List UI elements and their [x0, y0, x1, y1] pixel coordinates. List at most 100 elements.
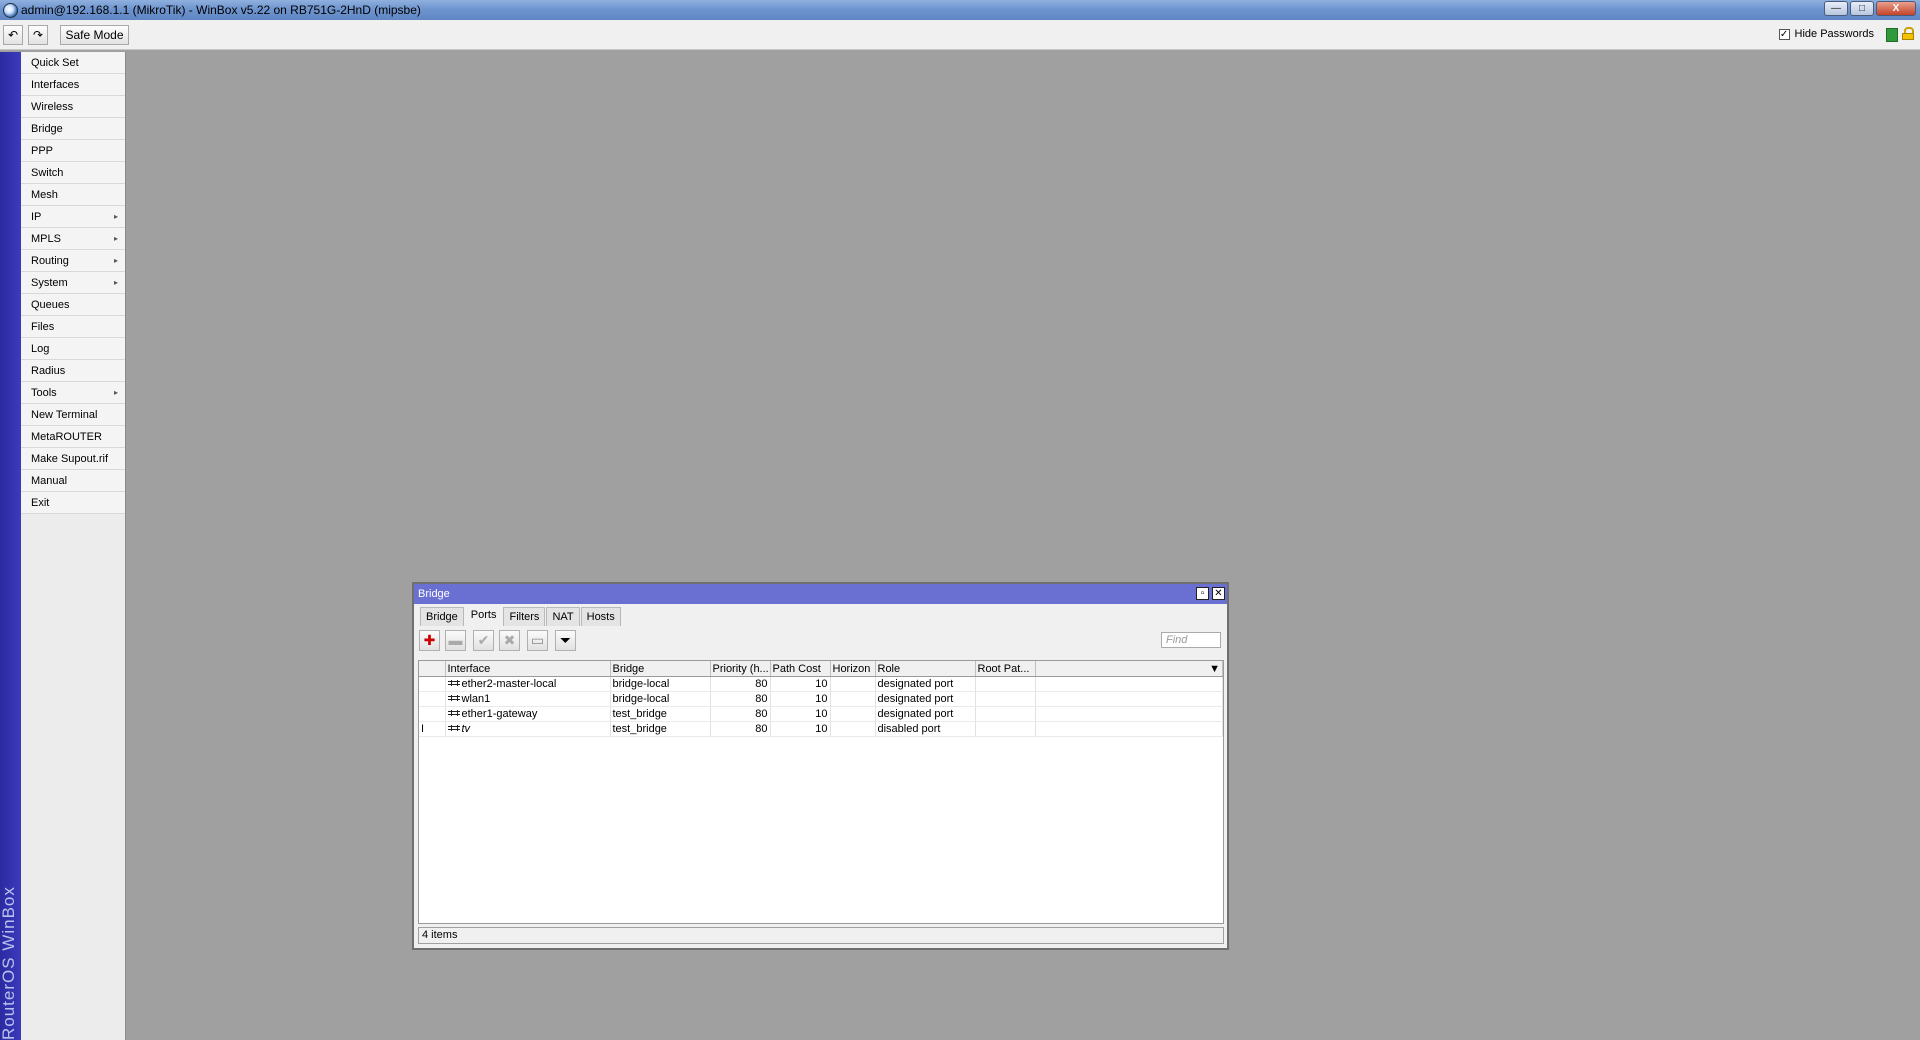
cell-flag: [419, 691, 446, 707]
menu-item-mpls[interactable]: MPLS ▸: [21, 228, 125, 250]
menu-item-label: New Terminal: [31, 409, 98, 421]
menu-item-label: Mesh: [31, 189, 58, 201]
menu-item-wireless[interactable]: Wireless: [21, 96, 125, 118]
brand-strip: RouterOS WinBox: [0, 52, 21, 1040]
interface-icon: [447, 710, 461, 718]
column-role[interactable]: Role: [875, 661, 976, 677]
flag-column-header: [419, 661, 446, 677]
comment-icon[interactable]: ▭: [527, 630, 548, 651]
menu-item-files[interactable]: Files: [21, 316, 125, 338]
table-row[interactable]: Itv test_bridge 80 10 disabled port: [419, 721, 1223, 737]
column-root-path[interactable]: Root Pat...: [975, 661, 1036, 677]
undo-button[interactable]: ↶: [3, 25, 23, 45]
menu-item-manual[interactable]: Manual: [21, 470, 125, 492]
cell-path-cost: 10: [770, 721, 831, 737]
tab-bridge[interactable]: Bridge: [420, 607, 464, 626]
maximize-button[interactable]: □: [1850, 1, 1874, 16]
column-chooser[interactable]: ▼: [1035, 661, 1223, 677]
cell-role: disabled port: [875, 721, 976, 737]
filter-icon[interactable]: ⏷: [555, 630, 576, 651]
column-priority[interactable]: Priority (h...: [710, 661, 771, 677]
bridge-window-title: Bridge: [418, 588, 450, 600]
cell-root-path: [975, 676, 1036, 692]
column-bridge[interactable]: Bridge: [610, 661, 711, 677]
menu-item-new-terminal[interactable]: New Terminal: [21, 404, 125, 426]
cell-path-cost: 10: [770, 706, 831, 722]
enable-icon[interactable]: ✔: [473, 630, 494, 651]
brand-text: RouterOS WinBox: [0, 886, 18, 1040]
menu-item-routing[interactable]: Routing ▸: [21, 250, 125, 272]
column-horizon[interactable]: Horizon: [830, 661, 876, 677]
menu-item-exit[interactable]: Exit: [21, 492, 125, 514]
column-path-cost[interactable]: Path Cost: [770, 661, 831, 677]
menu-item-label: MPLS: [31, 233, 61, 245]
menu-item-switch[interactable]: Switch: [21, 162, 125, 184]
cell-bridge: test_bridge: [610, 721, 711, 737]
cell-flag: I: [419, 721, 446, 737]
restore-icon[interactable]: ▫: [1196, 587, 1209, 600]
close-button[interactable]: X: [1876, 1, 1916, 16]
cell-priority: 80: [710, 676, 771, 692]
ports-table: Interface Bridge Priority (h... Path Cos…: [418, 660, 1224, 924]
cell-interface: ether1-gateway: [445, 706, 611, 722]
menu-item-tools[interactable]: Tools ▸: [21, 382, 125, 404]
menu-item-label: Radius: [31, 365, 66, 377]
table-row[interactable]: wlan1 bridge-local 80 10 designated port: [419, 691, 1223, 707]
interface-name: wlan1: [461, 693, 491, 705]
tab-ports[interactable]: Ports: [464, 605, 503, 626]
tab-filters[interactable]: Filters: [503, 607, 546, 626]
disable-icon[interactable]: ✖: [499, 630, 520, 651]
menu-item-queues[interactable]: Queues: [21, 294, 125, 316]
menu-item-bridge[interactable]: Bridge: [21, 118, 125, 140]
cell-horizon: [830, 691, 876, 707]
bridge-toolbar: ✚ ▬ ✔ ✖ ▭ ⏷ Find: [414, 626, 1227, 654]
menu-item-label: Make Supout.rif: [31, 453, 109, 465]
menu-item-make-supout-rif[interactable]: Make Supout.rif: [21, 448, 125, 470]
tab-hosts[interactable]: Hosts: [580, 607, 621, 626]
interface-icon: [447, 680, 461, 688]
menu-item-ppp[interactable]: PPP: [21, 140, 125, 162]
interface-icon: [447, 695, 461, 703]
add-icon[interactable]: ✚: [419, 630, 440, 651]
undo-icon: ↶: [7, 28, 19, 42]
table-row[interactable]: ether1-gateway test_bridge 80 10 designated …: [419, 706, 1223, 722]
menu-item-log[interactable]: Log: [21, 338, 125, 360]
menu-item-label: Exit: [31, 497, 50, 509]
menu-item-label: Manual: [31, 475, 68, 487]
menu-item-metarouter[interactable]: MetaROUTER: [21, 426, 125, 448]
main-menu: Quick Set Interfaces Wireless Bridge PPP Swit…: [21, 52, 126, 1040]
hide-passwords-toggle[interactable]: ✓ Hide Passwords: [1778, 28, 1874, 40]
cell-role: designated port: [875, 691, 976, 707]
cell-flag: [419, 676, 446, 692]
menu-item-interfaces[interactable]: Interfaces: [21, 74, 125, 96]
safe-mode-button[interactable]: Safe Mode: [60, 25, 129, 45]
interface-icon: [447, 725, 461, 733]
menu-item-mesh[interactable]: Mesh: [21, 184, 125, 206]
column-interface[interactable]: Interface: [445, 661, 611, 677]
hide-passwords-label: Hide Passwords: [1794, 28, 1874, 40]
remove-icon[interactable]: ▬: [445, 630, 466, 651]
main-toolbar: ↶ ↷ Safe Mode ✓ Hide Passwords: [0, 20, 1920, 50]
minimize-button[interactable]: —: [1824, 1, 1848, 16]
close-icon[interactable]: ✕: [1212, 587, 1225, 600]
menu-item-quick-set[interactable]: Quick Set: [21, 52, 125, 74]
menu-item-ip[interactable]: IP ▸: [21, 206, 125, 228]
find-input[interactable]: Find: [1161, 632, 1221, 648]
hide-passwords-checkbox[interactable]: ✓: [1778, 28, 1790, 40]
menu-item-radius[interactable]: Radius: [21, 360, 125, 382]
cell-interface: wlan1: [445, 691, 611, 707]
cell-path-cost: 10: [770, 676, 831, 692]
redo-button[interactable]: ↷: [28, 25, 48, 45]
redo-icon: ↷: [32, 28, 44, 42]
submenu-arrow-icon: ▸: [113, 388, 118, 397]
table-row[interactable]: ether2-master-local bridge-local 80 10 desig…: [419, 676, 1223, 692]
cell-filler: [1035, 706, 1223, 722]
chevron-down-icon[interactable]: ▼: [1209, 663, 1220, 675]
menu-item-system[interactable]: System ▸: [21, 272, 125, 294]
bridge-window-titlebar[interactable]: Bridge ▫ ✕: [414, 584, 1227, 604]
winbox-app-icon: [3, 3, 18, 18]
menu-item-label: Tools: [31, 387, 57, 399]
cell-priority: 80: [710, 706, 771, 722]
cell-bridge: bridge-local: [610, 691, 711, 707]
tab-nat[interactable]: NAT: [546, 607, 580, 626]
